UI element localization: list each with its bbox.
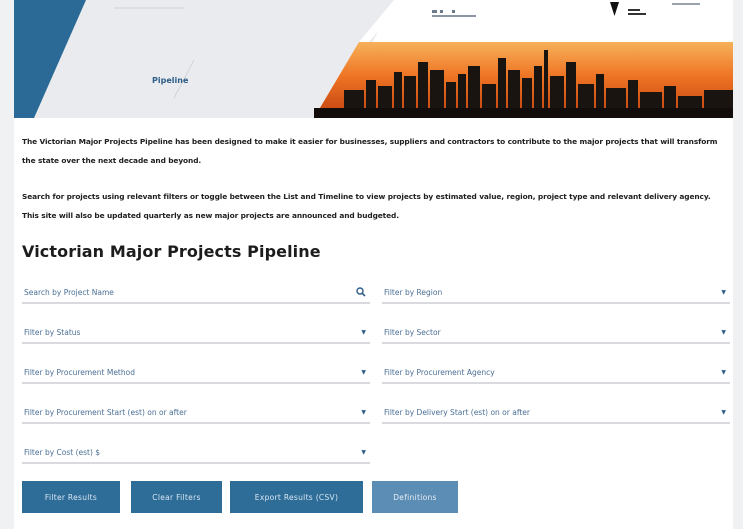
- agency-logo-graphic: [672, 3, 700, 5]
- search-icon[interactable]: [356, 287, 366, 297]
- sector-filter-label: Filter by Sector: [384, 327, 441, 337]
- main-content: The Victorian Major Projects Pipeline ha…: [14, 118, 733, 529]
- procurement-agency-label: Filter by Procurement Agency: [384, 367, 495, 377]
- procurement-method-label: Filter by Procurement Method: [24, 367, 135, 377]
- status-filter[interactable]: Filter by Status ▼: [22, 322, 370, 344]
- delivery-start-label: Filter by Delivery Start (est) on or aft…: [384, 407, 530, 417]
- banner-title: Pipeline: [152, 76, 189, 85]
- chevron-down-icon: ▼: [721, 408, 726, 416]
- procurement-agency-filter[interactable]: Filter by Procurement Agency ▼: [382, 362, 730, 384]
- victoria-state-logo: [610, 2, 619, 16]
- chevron-down-icon: ▼: [721, 288, 726, 296]
- filter-results-button[interactable]: Filter Results: [22, 481, 120, 513]
- cost-filter-label: Filter by Cost (est) $: [24, 447, 101, 457]
- partner-logo: [432, 10, 476, 19]
- region-filter-label: Filter by Region: [384, 287, 443, 297]
- procurement-start-filter[interactable]: Filter by Procurement Start (est) on or …: [22, 402, 370, 424]
- partner-logo-graphic: [432, 10, 476, 17]
- sector-filter[interactable]: Filter by Sector ▼: [382, 322, 730, 344]
- search-input[interactable]: Search by Project Name: [22, 282, 370, 304]
- state-logo-wordmark-graphic: [628, 9, 646, 15]
- chevron-down-icon: ▼: [361, 368, 366, 376]
- region-filter[interactable]: Filter by Region ▼: [382, 282, 730, 304]
- left-edge: [0, 0, 14, 529]
- header-banner: Pipeline: [14, 0, 733, 118]
- chevron-down-icon: ▼: [721, 368, 726, 376]
- export-results-button[interactable]: Export Results (CSV): [230, 481, 363, 513]
- procurement-method-filter[interactable]: Filter by Procurement Method ▼: [22, 362, 370, 384]
- definitions-button[interactable]: Definitions: [372, 481, 458, 513]
- page: Pipeline The Victorian Major Projects Pi…: [0, 0, 743, 529]
- status-filter-label: Filter by Status: [24, 327, 81, 337]
- clear-filters-button[interactable]: Clear Filters: [131, 481, 222, 513]
- delivery-start-filter[interactable]: Filter by Delivery Start (est) on or aft…: [382, 402, 730, 424]
- page-title: Victorian Major Projects Pipeline: [22, 242, 321, 261]
- intro-paragraph-2: Search for projects using relevant filte…: [22, 192, 711, 220]
- search-placeholder: Search by Project Name: [24, 287, 114, 297]
- right-edge: [733, 0, 743, 529]
- agency-logo: [672, 2, 702, 7]
- chevron-down-icon: ▼: [361, 328, 366, 336]
- chevron-down-icon: ▼: [361, 448, 366, 456]
- chevron-down-icon: ▼: [361, 408, 366, 416]
- intro-paragraph-1: The Victorian Major Projects Pipeline ha…: [22, 137, 718, 165]
- chevron-down-icon: ▼: [721, 328, 726, 336]
- cost-filter[interactable]: Filter by Cost (est) $ ▼: [22, 442, 370, 464]
- procurement-start-label: Filter by Procurement Start (est) on or …: [24, 407, 187, 417]
- state-logo-wordmark: [628, 8, 658, 17]
- banner-graphic: [14, 0, 733, 118]
